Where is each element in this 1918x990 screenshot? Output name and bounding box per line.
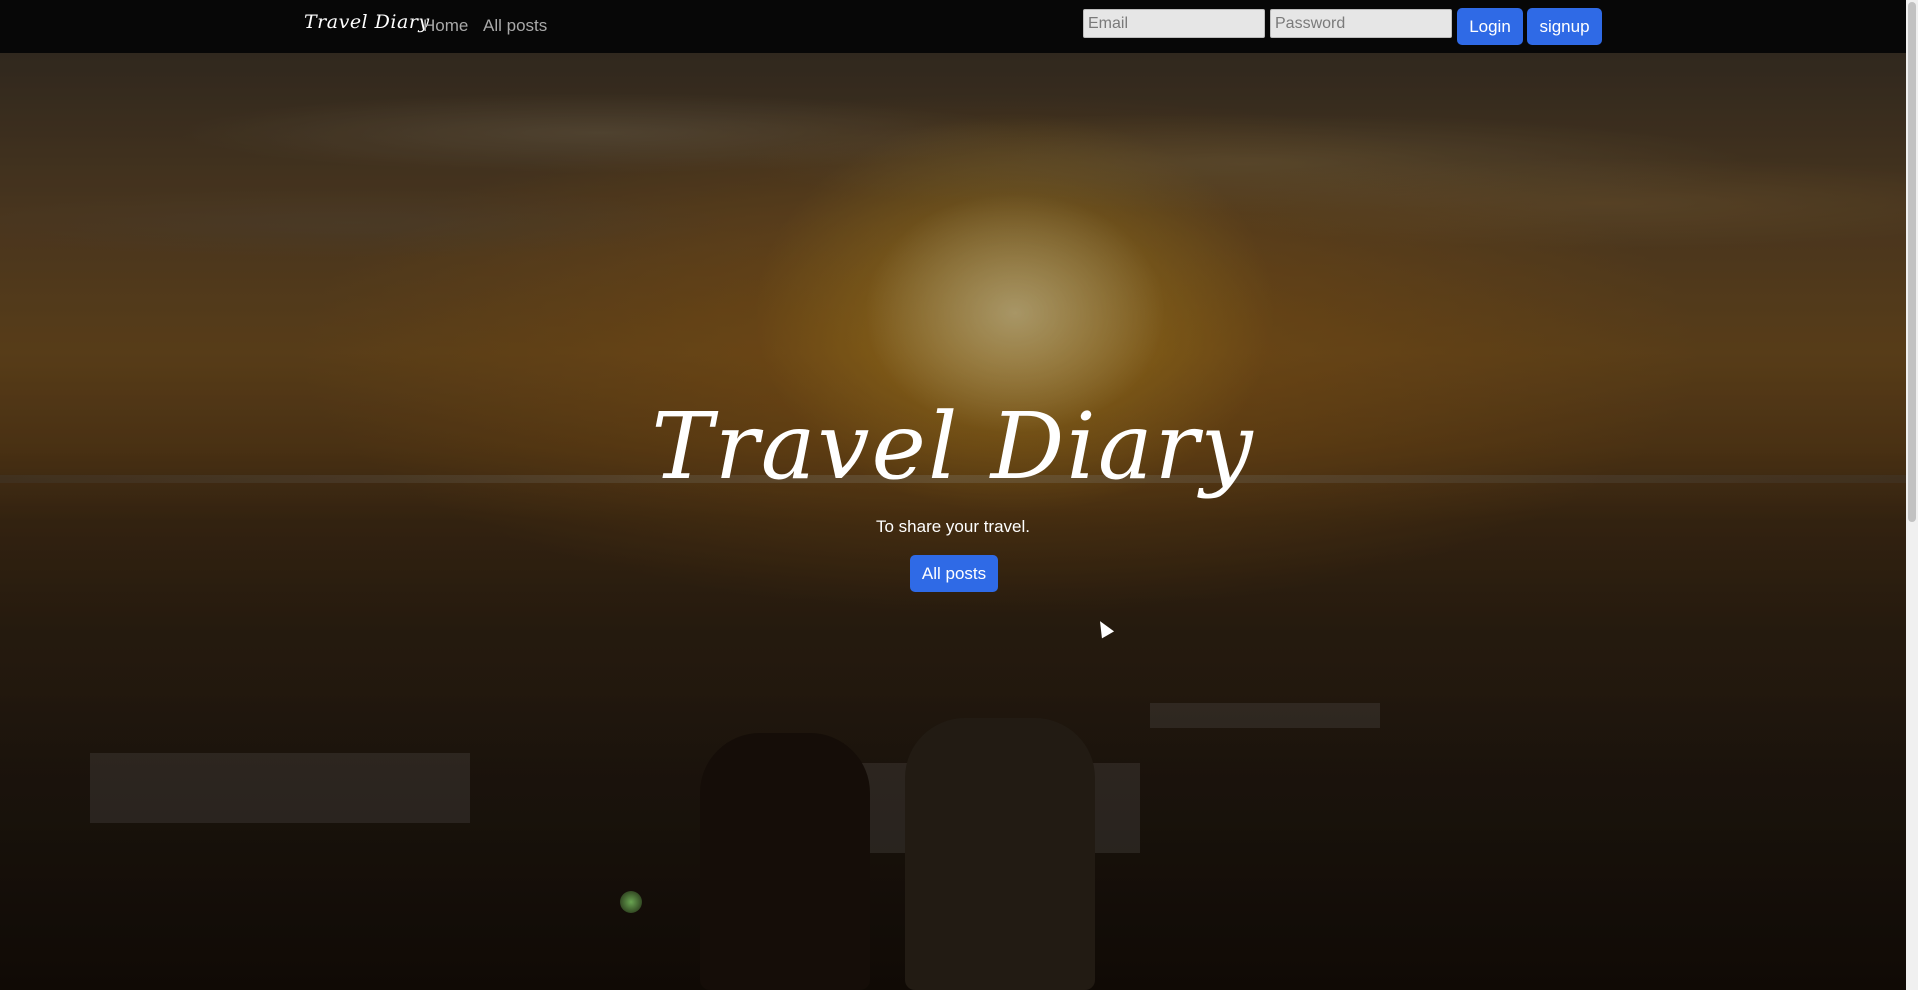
signup-button[interactable]: signup [1527,8,1602,45]
scrollbar[interactable] [1906,0,1918,990]
navbar: Travel Diary Home All posts Login signup [0,0,1906,53]
brand-logo[interactable]: Travel Diary [304,11,430,33]
hero-section: Travel Diary To share your travel. All p… [0,53,1906,990]
nav-link-home[interactable]: Home [423,16,468,36]
all-posts-button[interactable]: All posts [910,555,998,592]
nav-link-all-posts[interactable]: All posts [483,16,547,36]
email-field[interactable] [1083,9,1265,38]
hero-subtitle: To share your travel. [875,517,1030,536]
password-field[interactable] [1270,9,1452,38]
scrollbar-thumb[interactable] [1908,2,1916,522]
login-button[interactable]: Login [1457,8,1523,45]
hero-title: Travel Diary [651,393,1255,500]
